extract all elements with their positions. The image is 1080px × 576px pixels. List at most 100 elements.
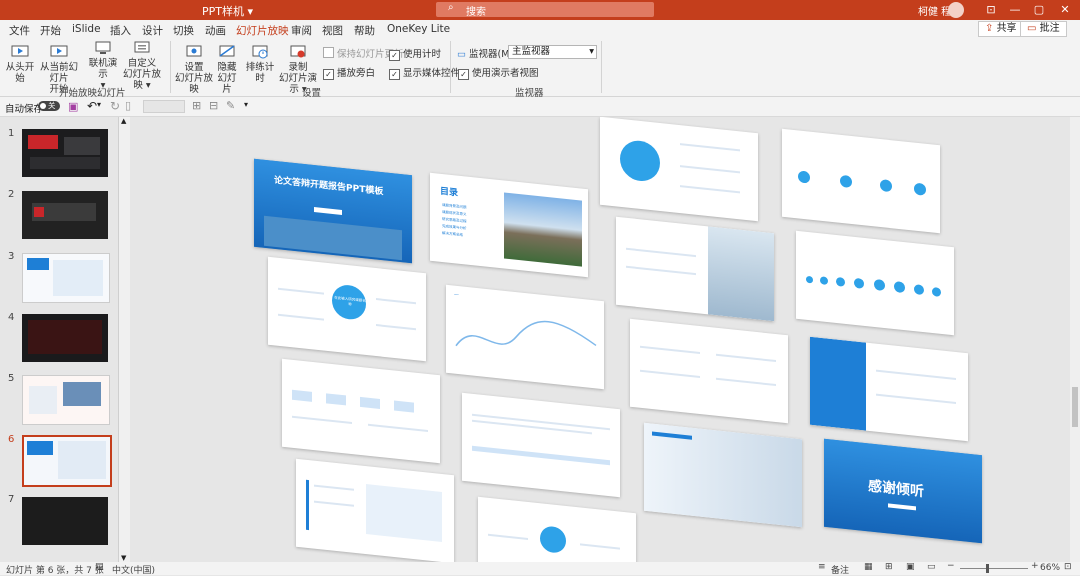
slide-sorter-icon[interactable]: ⊞ — [885, 562, 893, 572]
notes-button[interactable]: 备注 — [831, 563, 849, 576]
comment-icon: ▭ — [1027, 23, 1040, 34]
slide-thumbnail[interactable] — [22, 191, 108, 239]
slide-thumbnail-panel: 1 2 3 4 5 6 7 — [0, 117, 119, 562]
slideshow-icon[interactable]: ▭ — [927, 562, 936, 572]
from-beginning-button[interactable]: 从头开始 — [4, 44, 36, 84]
thumb-shape — [58, 441, 106, 479]
tab-help[interactable]: 帮助 — [354, 23, 375, 38]
customize-qat-icon[interactable]: ▾ — [244, 100, 248, 109]
mock-dot — [874, 278, 885, 292]
mock-slide — [810, 336, 968, 442]
zoom-in-icon[interactable]: + — [1031, 561, 1039, 571]
mock-toc-slide: 目录 课题背景及问题 课题现状及意义 研究思路及过程 完成效果与分析 解决方案总… — [430, 172, 588, 278]
monitor-select[interactable]: 主监视器 ▾ — [508, 45, 597, 59]
tab-design[interactable]: 设计 — [142, 23, 163, 38]
tab-animations[interactable]: 动画 — [205, 23, 226, 38]
custom-slideshow-button[interactable]: 自定义 幻灯片放映 ▾ — [119, 40, 165, 91]
thumb-shape — [53, 260, 103, 296]
scroll-down-icon[interactable]: ▼ — [121, 554, 126, 562]
slide-thumbnail[interactable] — [22, 375, 110, 425]
pen-icon[interactable]: ✎ — [226, 99, 235, 112]
slide-thumbnail[interactable] — [22, 497, 108, 545]
mock-slide — [600, 117, 758, 222]
scroll-thumb[interactable] — [1072, 387, 1078, 427]
title-bar: PPT样机 ▾ ⌕ 搜索 柯健 程 ⊡ — ▢ ✕ — [0, 0, 1080, 20]
zoom-level[interactable]: 66% — [1040, 563, 1060, 573]
close-button[interactable]: ✕ — [1056, 2, 1074, 18]
thumb-shape — [28, 320, 102, 354]
slide-thumbnail-selected[interactable] — [22, 435, 112, 487]
accessibility-icon[interactable]: ▤ — [95, 562, 104, 572]
setup-slideshow-button[interactable]: 设置 幻灯片放映 — [174, 44, 214, 95]
ribbon-display-options-icon[interactable]: ⊡ — [982, 2, 1000, 18]
present-online-button[interactable]: 联机演示 ▾ — [86, 40, 120, 91]
fit-slide-icon[interactable]: ⊡ — [1064, 562, 1072, 572]
share-icon: ⇪ — [985, 23, 997, 34]
share-button[interactable]: ⇪ 共享 — [978, 21, 1024, 37]
tab-islide[interactable]: iSlide — [72, 23, 101, 35]
comments-button[interactable]: ▭ 批注 — [1020, 21, 1067, 37]
shapes-icon[interactable]: ⊞ — [192, 99, 201, 112]
tab-review[interactable]: 审阅 — [291, 23, 312, 38]
avatar[interactable] — [948, 2, 964, 18]
tab-home[interactable]: 开始 — [40, 23, 61, 38]
canvas-scrollbar[interactable] — [1070, 117, 1080, 562]
mock-dot — [820, 276, 828, 286]
reading-view-icon[interactable]: ▣ — [906, 562, 915, 572]
mock-line — [680, 143, 740, 152]
language-status[interactable]: 中文(中国) — [112, 563, 155, 576]
use-timings-checkbox[interactable]: ✓ 使用计时 — [389, 46, 441, 61]
mock-slide — [462, 392, 620, 498]
save-icon[interactable]: ▣ — [68, 100, 78, 113]
arrange-icon[interactable]: ⊟ — [209, 99, 218, 112]
font-size-box[interactable] — [143, 100, 185, 113]
slide-number: 5 — [8, 373, 15, 384]
slide-thumbnail[interactable] — [22, 253, 110, 303]
hide-slide-icon — [219, 45, 235, 57]
presenter-view-checkbox[interactable]: ✓ 使用演示者视图 — [458, 65, 539, 80]
minimize-button[interactable]: — — [1006, 2, 1024, 18]
mock-line — [876, 369, 956, 381]
tab-insert[interactable]: 插入 — [110, 23, 131, 38]
document-title[interactable]: PPT样机 ▾ — [202, 3, 253, 19]
mock-line — [716, 353, 776, 363]
mock-circle — [540, 525, 566, 554]
zoom-out-icon[interactable]: − — [947, 561, 955, 571]
record-icon — [290, 45, 306, 58]
rehearse-timings-button[interactable]: 排练计时 — [243, 44, 277, 84]
slide-canvas[interactable]: 论文答辩开题报告PPT模板 在此输入研究课题名称 目录 课题背景及问题 课题现状… — [130, 117, 1070, 562]
notes-icon[interactable]: ≡ — [818, 562, 826, 572]
format-painter-icon[interactable]: ▯ — [125, 99, 131, 112]
normal-view-icon[interactable]: ▦ — [864, 562, 873, 572]
autosave-toggle[interactable]: 关 — [38, 101, 60, 111]
tab-file[interactable]: 文件 — [9, 23, 30, 38]
mock-thanks-slide: 感谢倾听 — [824, 438, 982, 544]
play-narration-checkbox[interactable]: ✓ 播放旁白 — [323, 65, 375, 80]
hide-slide-button[interactable]: 隐藏 幻灯片 — [213, 44, 241, 95]
mock-line — [626, 247, 696, 258]
slideshow-current-icon — [50, 45, 68, 57]
slide-count: 幻灯片 第 6 张，共 7 张 — [6, 566, 104, 576]
undo-dropdown-icon[interactable]: ▾ — [97, 100, 101, 109]
mock-line — [292, 415, 352, 425]
slide-thumbnail[interactable] — [22, 314, 108, 362]
zoom-slider[interactable] — [960, 568, 1028, 569]
thumbnail-scrollbar[interactable]: ▲ ▼ — [119, 117, 130, 562]
redo-icon[interactable]: ↻ — [110, 99, 120, 113]
mock-circle — [880, 178, 892, 193]
mock-line — [314, 484, 354, 491]
tab-view[interactable]: 视图 — [322, 23, 343, 38]
slide-thumbnail[interactable] — [22, 129, 108, 177]
mock-line — [314, 500, 354, 507]
tab-transitions[interactable]: 切换 — [173, 23, 194, 38]
slide-number: 1 — [8, 128, 15, 139]
undo-icon[interactable]: ↶ — [87, 99, 97, 113]
custom-slideshow-icon — [134, 41, 150, 53]
scroll-up-icon[interactable]: ▲ — [121, 117, 126, 125]
search-box[interactable]: ⌕ 搜索 — [436, 2, 654, 18]
zoom-slider-thumb[interactable] — [986, 564, 989, 573]
tab-onekey[interactable]: OneKey Lite — [387, 23, 450, 35]
restore-button[interactable]: ▢ — [1030, 2, 1048, 18]
user-name[interactable]: 柯健 程 — [918, 3, 951, 18]
thumb-shape — [64, 137, 100, 155]
